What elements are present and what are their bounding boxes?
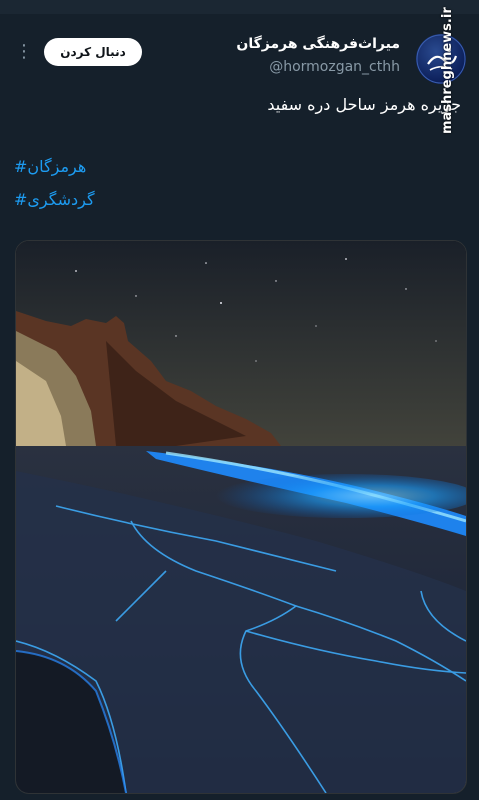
watermark-text: mashreghnews.ir xyxy=(440,7,455,134)
tweet-media-image[interactable] xyxy=(15,240,467,794)
hashtag-link[interactable]: هرمزگان# xyxy=(14,157,86,176)
more-options-icon[interactable]: ⋮ xyxy=(14,40,34,64)
display-name[interactable]: میراث‌فرهنگی هرمزگان xyxy=(236,36,400,52)
night-beach-photo xyxy=(16,241,466,793)
top-divider xyxy=(0,0,479,14)
hashtag-link[interactable]: گردشگری# xyxy=(14,190,95,209)
tweet-text: جزیره هرمز ساحل دره سفید xyxy=(267,95,461,114)
follow-button[interactable]: دنبال کردن xyxy=(44,38,142,66)
user-handle[interactable]: @hormozgan_cthh xyxy=(269,59,400,75)
